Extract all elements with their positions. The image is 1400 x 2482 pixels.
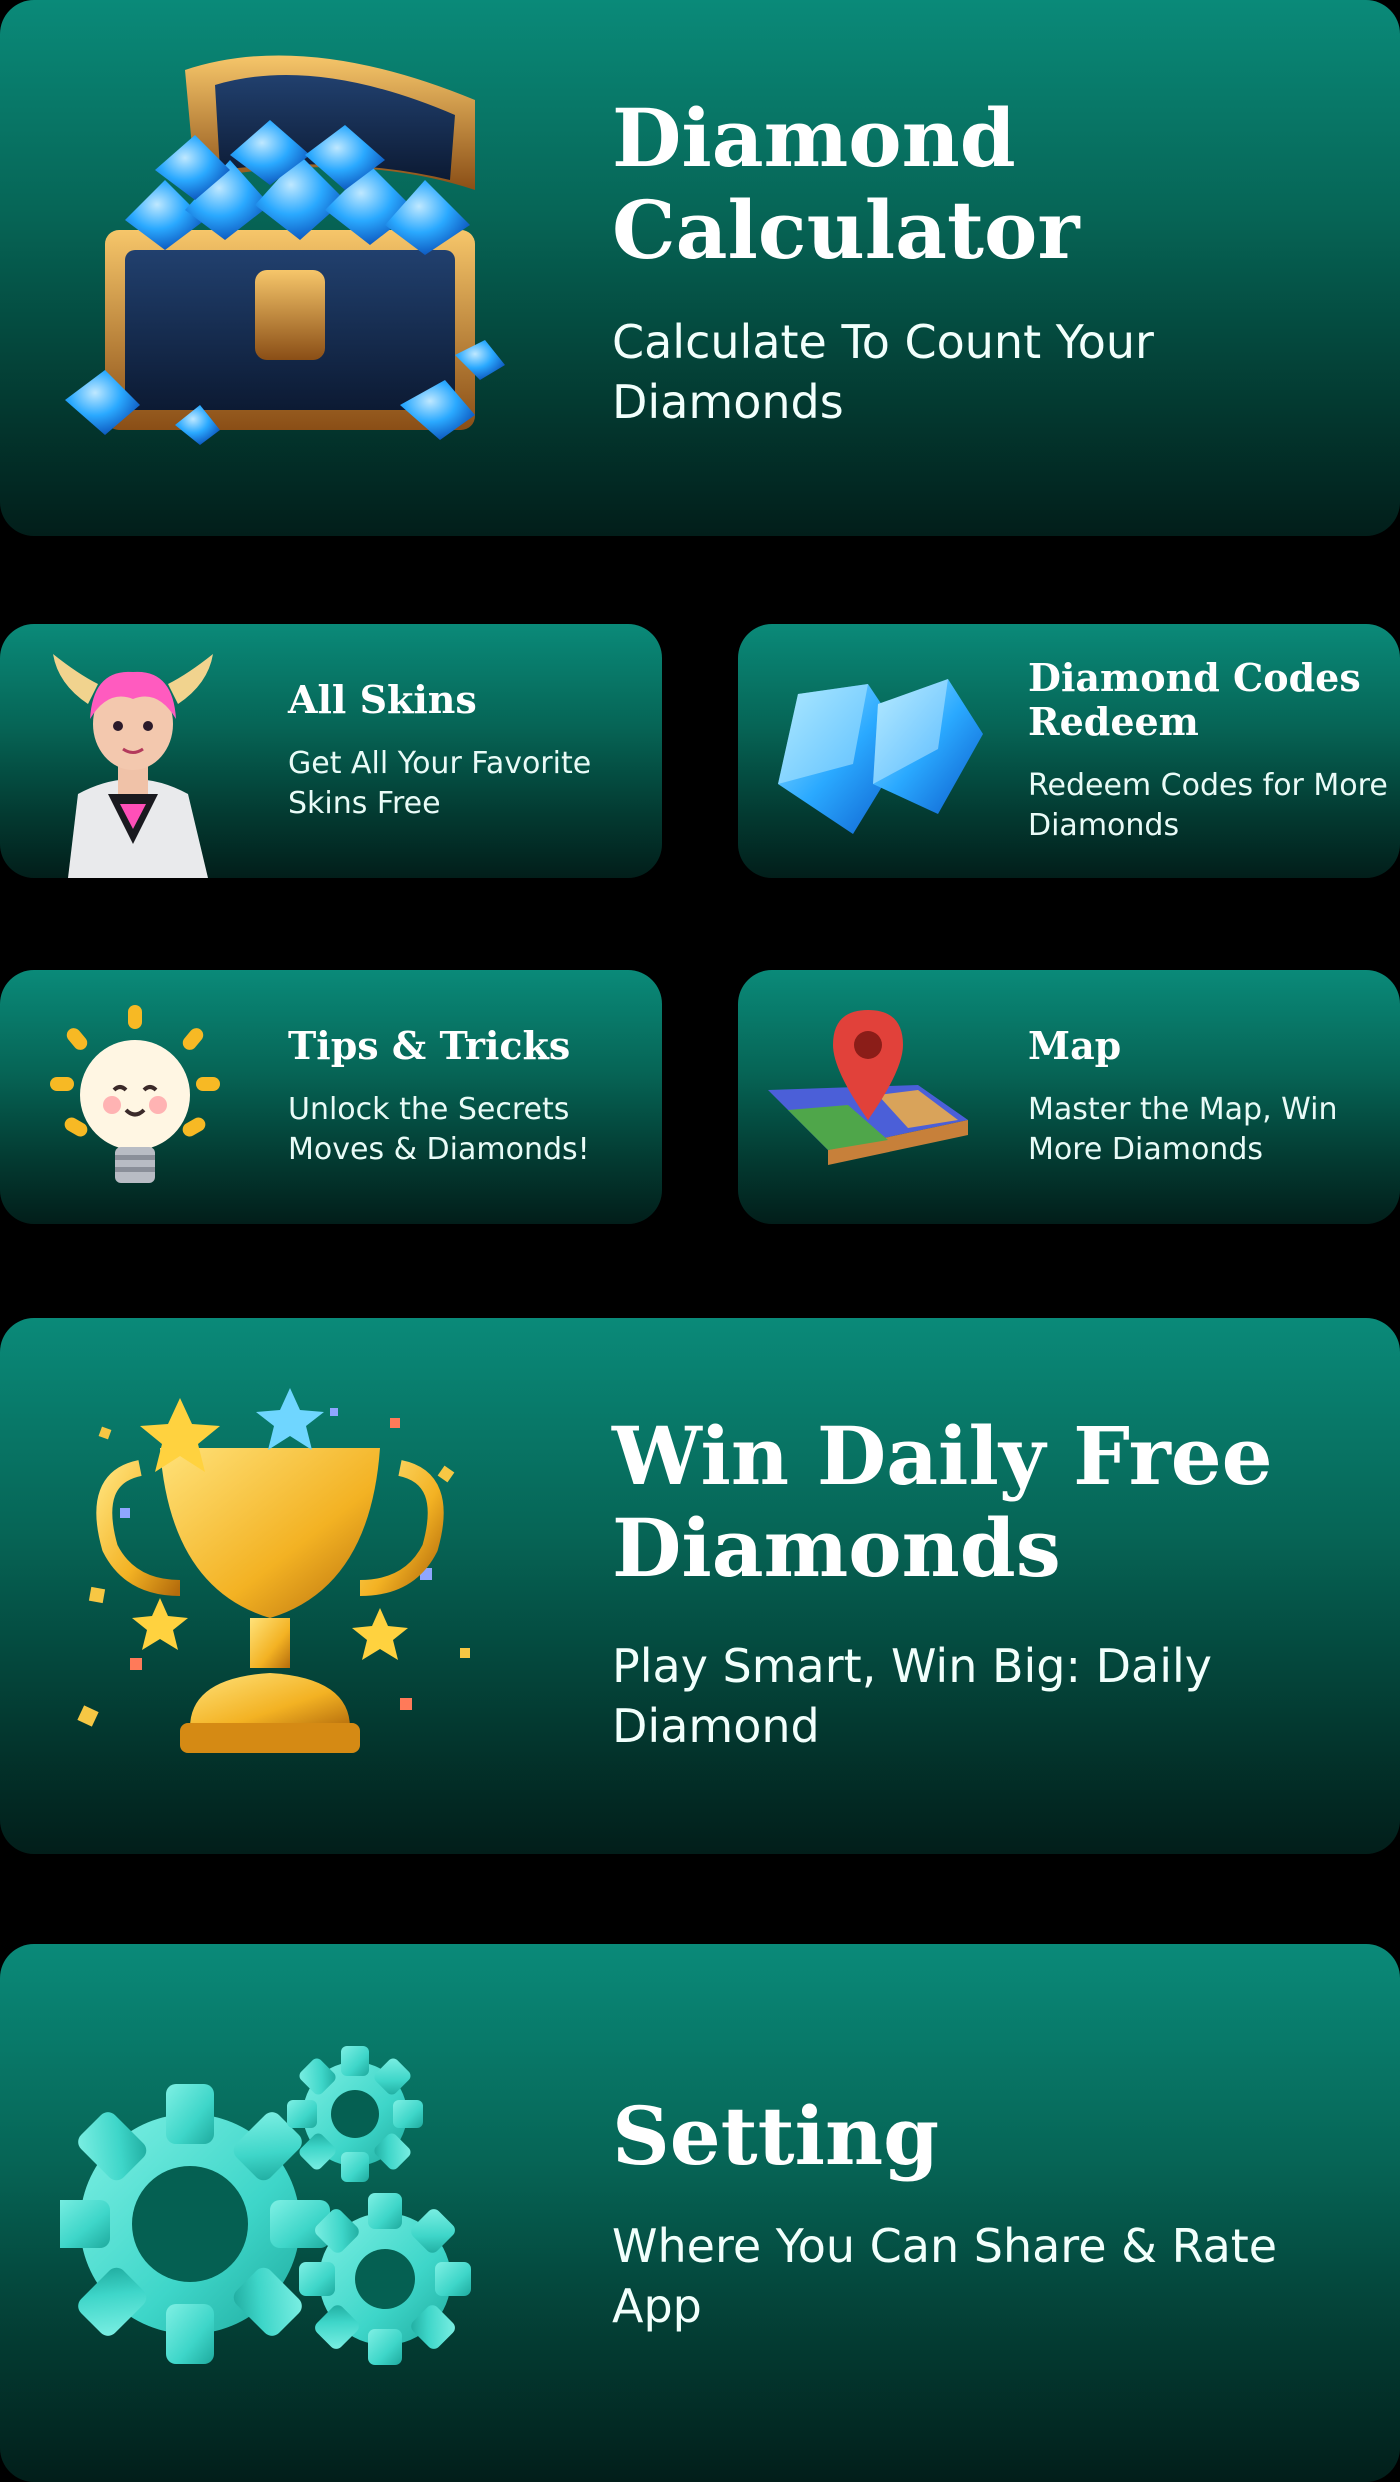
all-skins-card[interactable]: All Skins Get All Your Favorite Skins Fr… bbox=[0, 624, 662, 878]
card-subtitle: Master the Map, Win More Diamonds bbox=[1028, 1092, 1338, 1167]
map-pin-icon bbox=[768, 1010, 968, 1190]
card-subtitle: Redeem Codes for More Diamonds bbox=[1028, 768, 1388, 843]
setting-card[interactable]: Setting Where You Can Share & Rate App bbox=[0, 1944, 1400, 2482]
trophy-icon bbox=[70, 1388, 490, 1778]
lightbulb-icon bbox=[50, 1005, 220, 1195]
card-subtitle: Where You Can Share & Rate App bbox=[612, 2219, 1278, 2333]
win-daily-diamonds-card[interactable]: Win Daily Free Diamonds Play Smart, Win … bbox=[0, 1318, 1400, 1854]
card-subtitle: Play Smart, Win Big: Daily Diamond bbox=[612, 1639, 1213, 1753]
diamond-calculator-card[interactable]: Diamond Calculator Calculate To Count Yo… bbox=[0, 0, 1400, 536]
card-title: Setting bbox=[612, 2089, 940, 2183]
card-title: Diamond Codes Redeem bbox=[1028, 655, 1361, 744]
blue-diamonds-icon bbox=[758, 674, 998, 844]
tips-tricks-card[interactable]: Tips & Tricks Unlock the Secrets Moves &… bbox=[0, 970, 662, 1224]
treasure-chest-icon bbox=[55, 40, 515, 480]
card-title: Win Daily Free Diamonds bbox=[612, 1409, 1273, 1595]
gear-icon bbox=[60, 2044, 500, 2384]
card-title: All Skins bbox=[288, 677, 477, 722]
card-subtitle: Get All Your Favorite Skins Free bbox=[288, 746, 592, 821]
card-subtitle: Unlock the Secrets Moves & Diamonds! bbox=[288, 1092, 590, 1167]
diamond-codes-redeem-card[interactable]: Diamond Codes Redeem Redeem Codes for Mo… bbox=[738, 624, 1400, 878]
card-title: Diamond Calculator bbox=[612, 91, 1080, 277]
map-card[interactable]: Map Master the Map, Win More Diamonds bbox=[738, 970, 1400, 1224]
card-title: Map bbox=[1028, 1023, 1122, 1068]
hero-character-icon bbox=[38, 644, 228, 878]
card-subtitle: Calculate To Count Your Diamonds bbox=[612, 315, 1154, 429]
card-title: Tips & Tricks bbox=[288, 1023, 571, 1068]
